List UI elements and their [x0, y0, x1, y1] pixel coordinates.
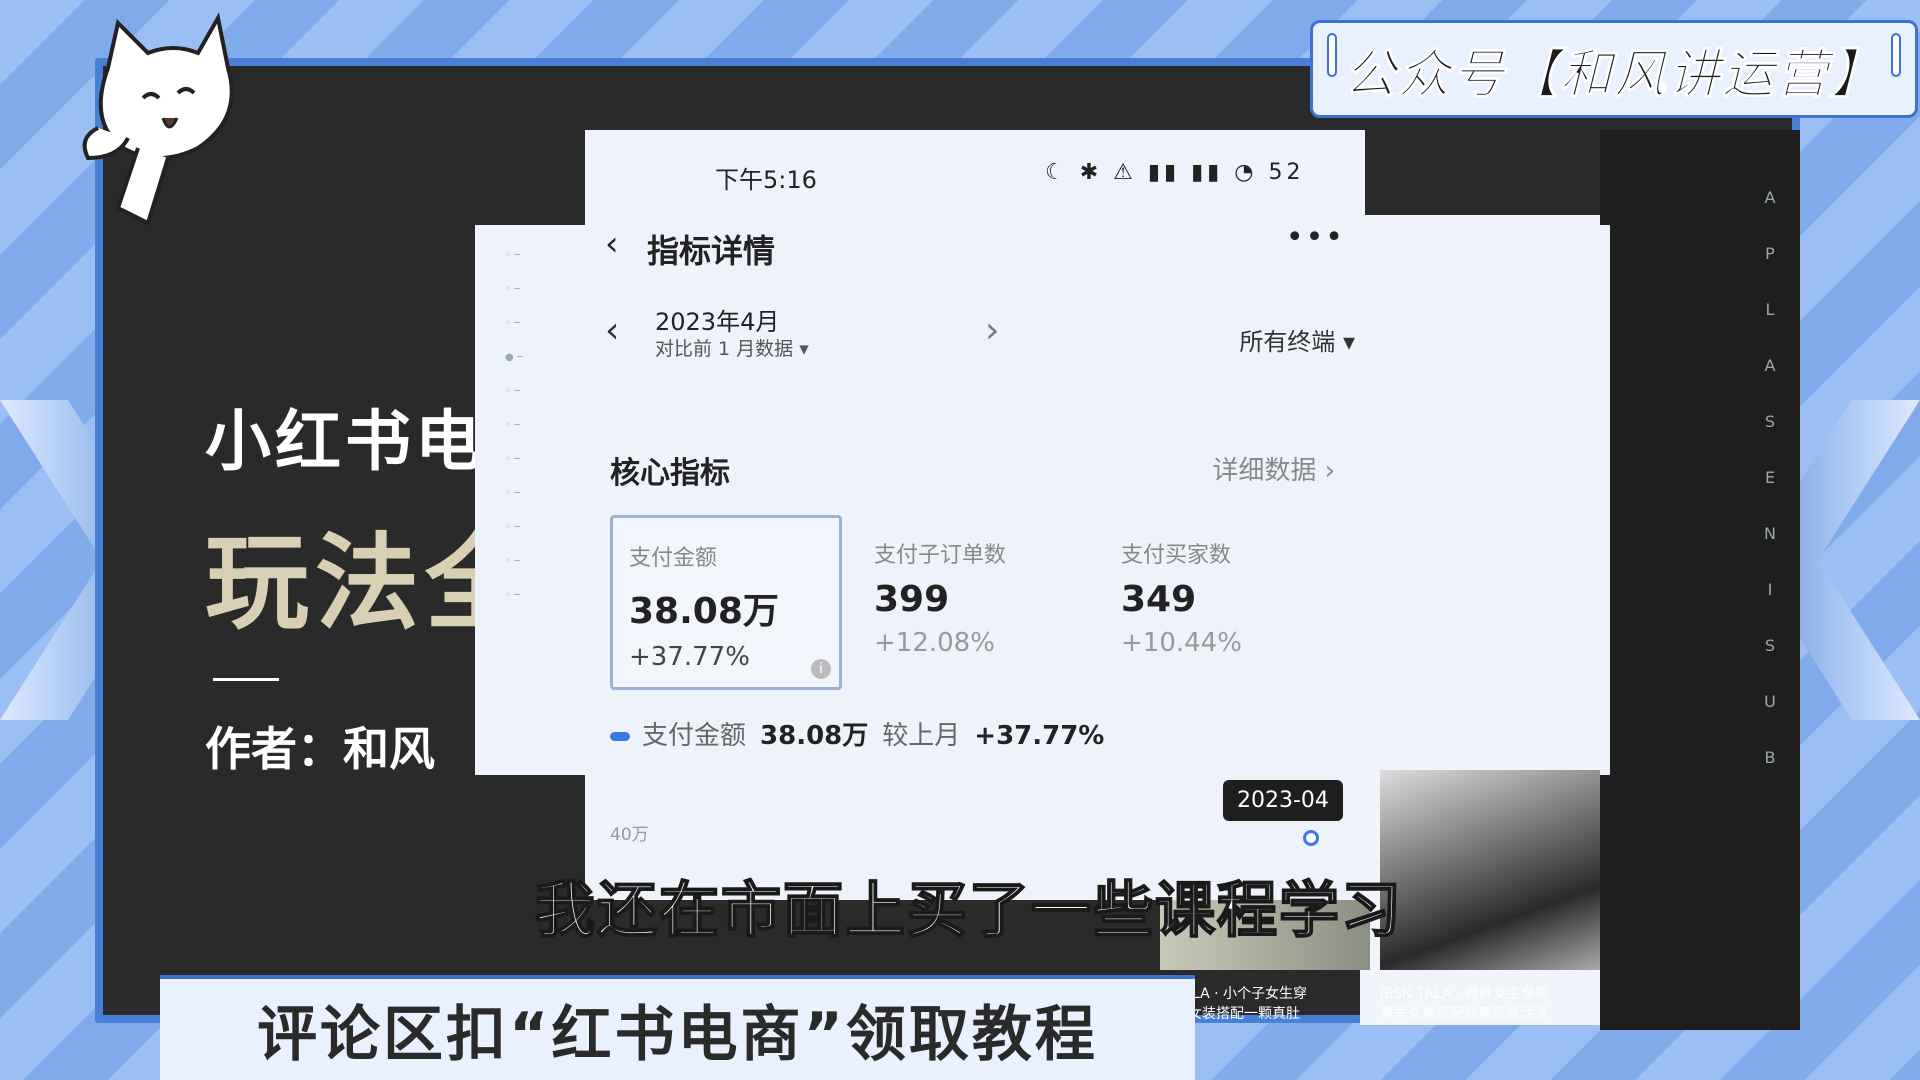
- legend-value: 38.08万: [760, 721, 869, 751]
- product-caption: JESN TALA · 微胖女生穿搭 夏季女装搭配显瘦显高活泼: [1380, 986, 1549, 1022]
- vertical-letter: A: [1764, 356, 1776, 375]
- metric-value: 349: [1121, 579, 1197, 620]
- page-header: ‹ 指标详情 •••: [605, 220, 1345, 280]
- vertical-letter: P: [1765, 244, 1775, 263]
- legend-compare-label: 较上月: [882, 721, 961, 751]
- metric-value: 399: [874, 579, 950, 620]
- bg-nav-item: ◦ ─: [505, 386, 521, 397]
- bg-nav-item: ◦ ─: [505, 284, 521, 295]
- status-icons: ☾ ✱ ⚠ ▮▮ ▮▮ ◔ 52: [1045, 160, 1305, 185]
- cover-divider: [213, 678, 279, 681]
- status-time: 下午5:16: [715, 166, 817, 194]
- terminal-dropdown[interactable]: 所有终端 ▾: [1239, 322, 1355, 357]
- status-bar: 下午5:16 ☾ ✱ ⚠ ▮▮ ▮▮ ◔ 52: [585, 160, 1365, 200]
- bottom-cta-text: 评论区扣“红书电商”领取教程: [257, 1000, 1098, 1070]
- vertical-letter: E: [1764, 468, 1776, 487]
- bg-nav-item: ◦ ─: [505, 250, 521, 261]
- cover-author: 作者：和风: [205, 722, 435, 776]
- metric-value: 38.08万: [629, 591, 779, 632]
- metric-delta: +12.08%: [874, 628, 995, 658]
- detail-data-link[interactable]: 详细数据 ›: [1212, 450, 1335, 487]
- bottom-cta-banner: 评论区扣“红书电商”领取教程: [160, 975, 1195, 1080]
- video-subtitle: 我还在市面上买了一些课程学习: [534, 875, 1403, 947]
- vertical-brand-text: A P L A S E N I S U B: [1760, 170, 1780, 786]
- date-compare-dropdown[interactable]: 对比前 1 月数据 ▾: [655, 334, 809, 361]
- wechat-account-banner: 公众号【和风讲运营】: [1310, 20, 1918, 118]
- chart-tooltip: 2023-04: [1223, 780, 1343, 821]
- bg-nav-item: ◦ ─: [505, 522, 521, 533]
- chart-legend: 支付金额 38.08万 较上月 +37.77%: [610, 715, 1118, 752]
- page-title: 指标详情: [647, 232, 776, 270]
- date-selector: ‹ 2023年4月 对比前 1 月数据 ▾ › 所有终端 ▾: [605, 300, 1355, 370]
- product-thumbnail-image[interactable]: [1380, 770, 1600, 970]
- wechat-account-text: 公众号【和风讲运营】: [1343, 44, 1884, 105]
- metric-label: 支付金额: [629, 546, 718, 571]
- date-next-icon[interactable]: ›: [985, 310, 999, 351]
- date-prev-icon[interactable]: ‹: [605, 310, 619, 351]
- metric-label: 支付子订单数: [874, 543, 1007, 568]
- chart-data-point[interactable]: [1303, 830, 1319, 846]
- vertical-letter: I: [1767, 580, 1773, 599]
- metric-label: 支付买家数: [1121, 543, 1232, 568]
- vertical-letter: N: [1764, 524, 1776, 543]
- bg-nav-item: ◦ ─: [505, 590, 521, 601]
- pin-right-icon: [1891, 33, 1901, 77]
- vertical-letter: U: [1764, 692, 1776, 711]
- bg-nav-item: ◦ ─: [505, 556, 521, 567]
- more-icon[interactable]: •••: [1286, 220, 1345, 255]
- vertical-letter: A: [1764, 188, 1776, 207]
- cat-mascot-icon: [82, 12, 234, 226]
- metric-card-sub-orders[interactable]: 支付子订单数 399 +12.08%: [858, 515, 1090, 690]
- legend-compare-value: +37.77%: [974, 721, 1105, 751]
- bg-nav-item: ◦ ─: [505, 318, 521, 329]
- legend-swatch-icon: [610, 732, 630, 741]
- phone-screen-metric-detail: 下午5:16 ☾ ✱ ⚠ ▮▮ ▮▮ ◔ 52 ‹ 指标详情 ••• ‹ 202…: [585, 130, 1365, 900]
- vertical-letter: L: [1765, 300, 1775, 319]
- metric-card-buyers[interactable]: 支付买家数 349 +10.44%: [1105, 515, 1337, 690]
- metric-delta: +37.77%: [629, 642, 750, 672]
- bg-nav-item: ● ─: [505, 352, 523, 363]
- bg-nav-item: ◦ ─: [505, 420, 521, 431]
- pin-left-icon: [1327, 33, 1337, 77]
- cover-title-line1: 小红书电: [205, 403, 485, 480]
- bg-nav-item: ◦ ─: [505, 454, 521, 465]
- vertical-letter: B: [1764, 748, 1776, 767]
- vertical-letter: S: [1764, 636, 1776, 655]
- core-metrics-heading: 核心指标: [610, 456, 730, 491]
- background-side-nav: ◦ ─ ◦ ─ ◦ ─ ● ─ ◦ ─ ◦ ─ ◦ ─ ◦ ─ ◦ ─ ◦ ─ …: [505, 250, 565, 624]
- vertical-letter: S: [1764, 412, 1776, 431]
- back-icon[interactable]: ‹: [605, 224, 619, 264]
- date-month[interactable]: 2023年4月: [655, 302, 779, 337]
- metric-delta: +10.44%: [1121, 628, 1242, 658]
- info-icon[interactable]: i: [811, 659, 831, 679]
- legend-series: 支付金额: [642, 721, 747, 751]
- metric-card-payment-amount[interactable]: 支付金额 38.08万 +37.77% i: [610, 515, 842, 690]
- bg-nav-item: ◦ ─: [505, 488, 521, 499]
- chart-y-tick: 40万: [610, 825, 649, 845]
